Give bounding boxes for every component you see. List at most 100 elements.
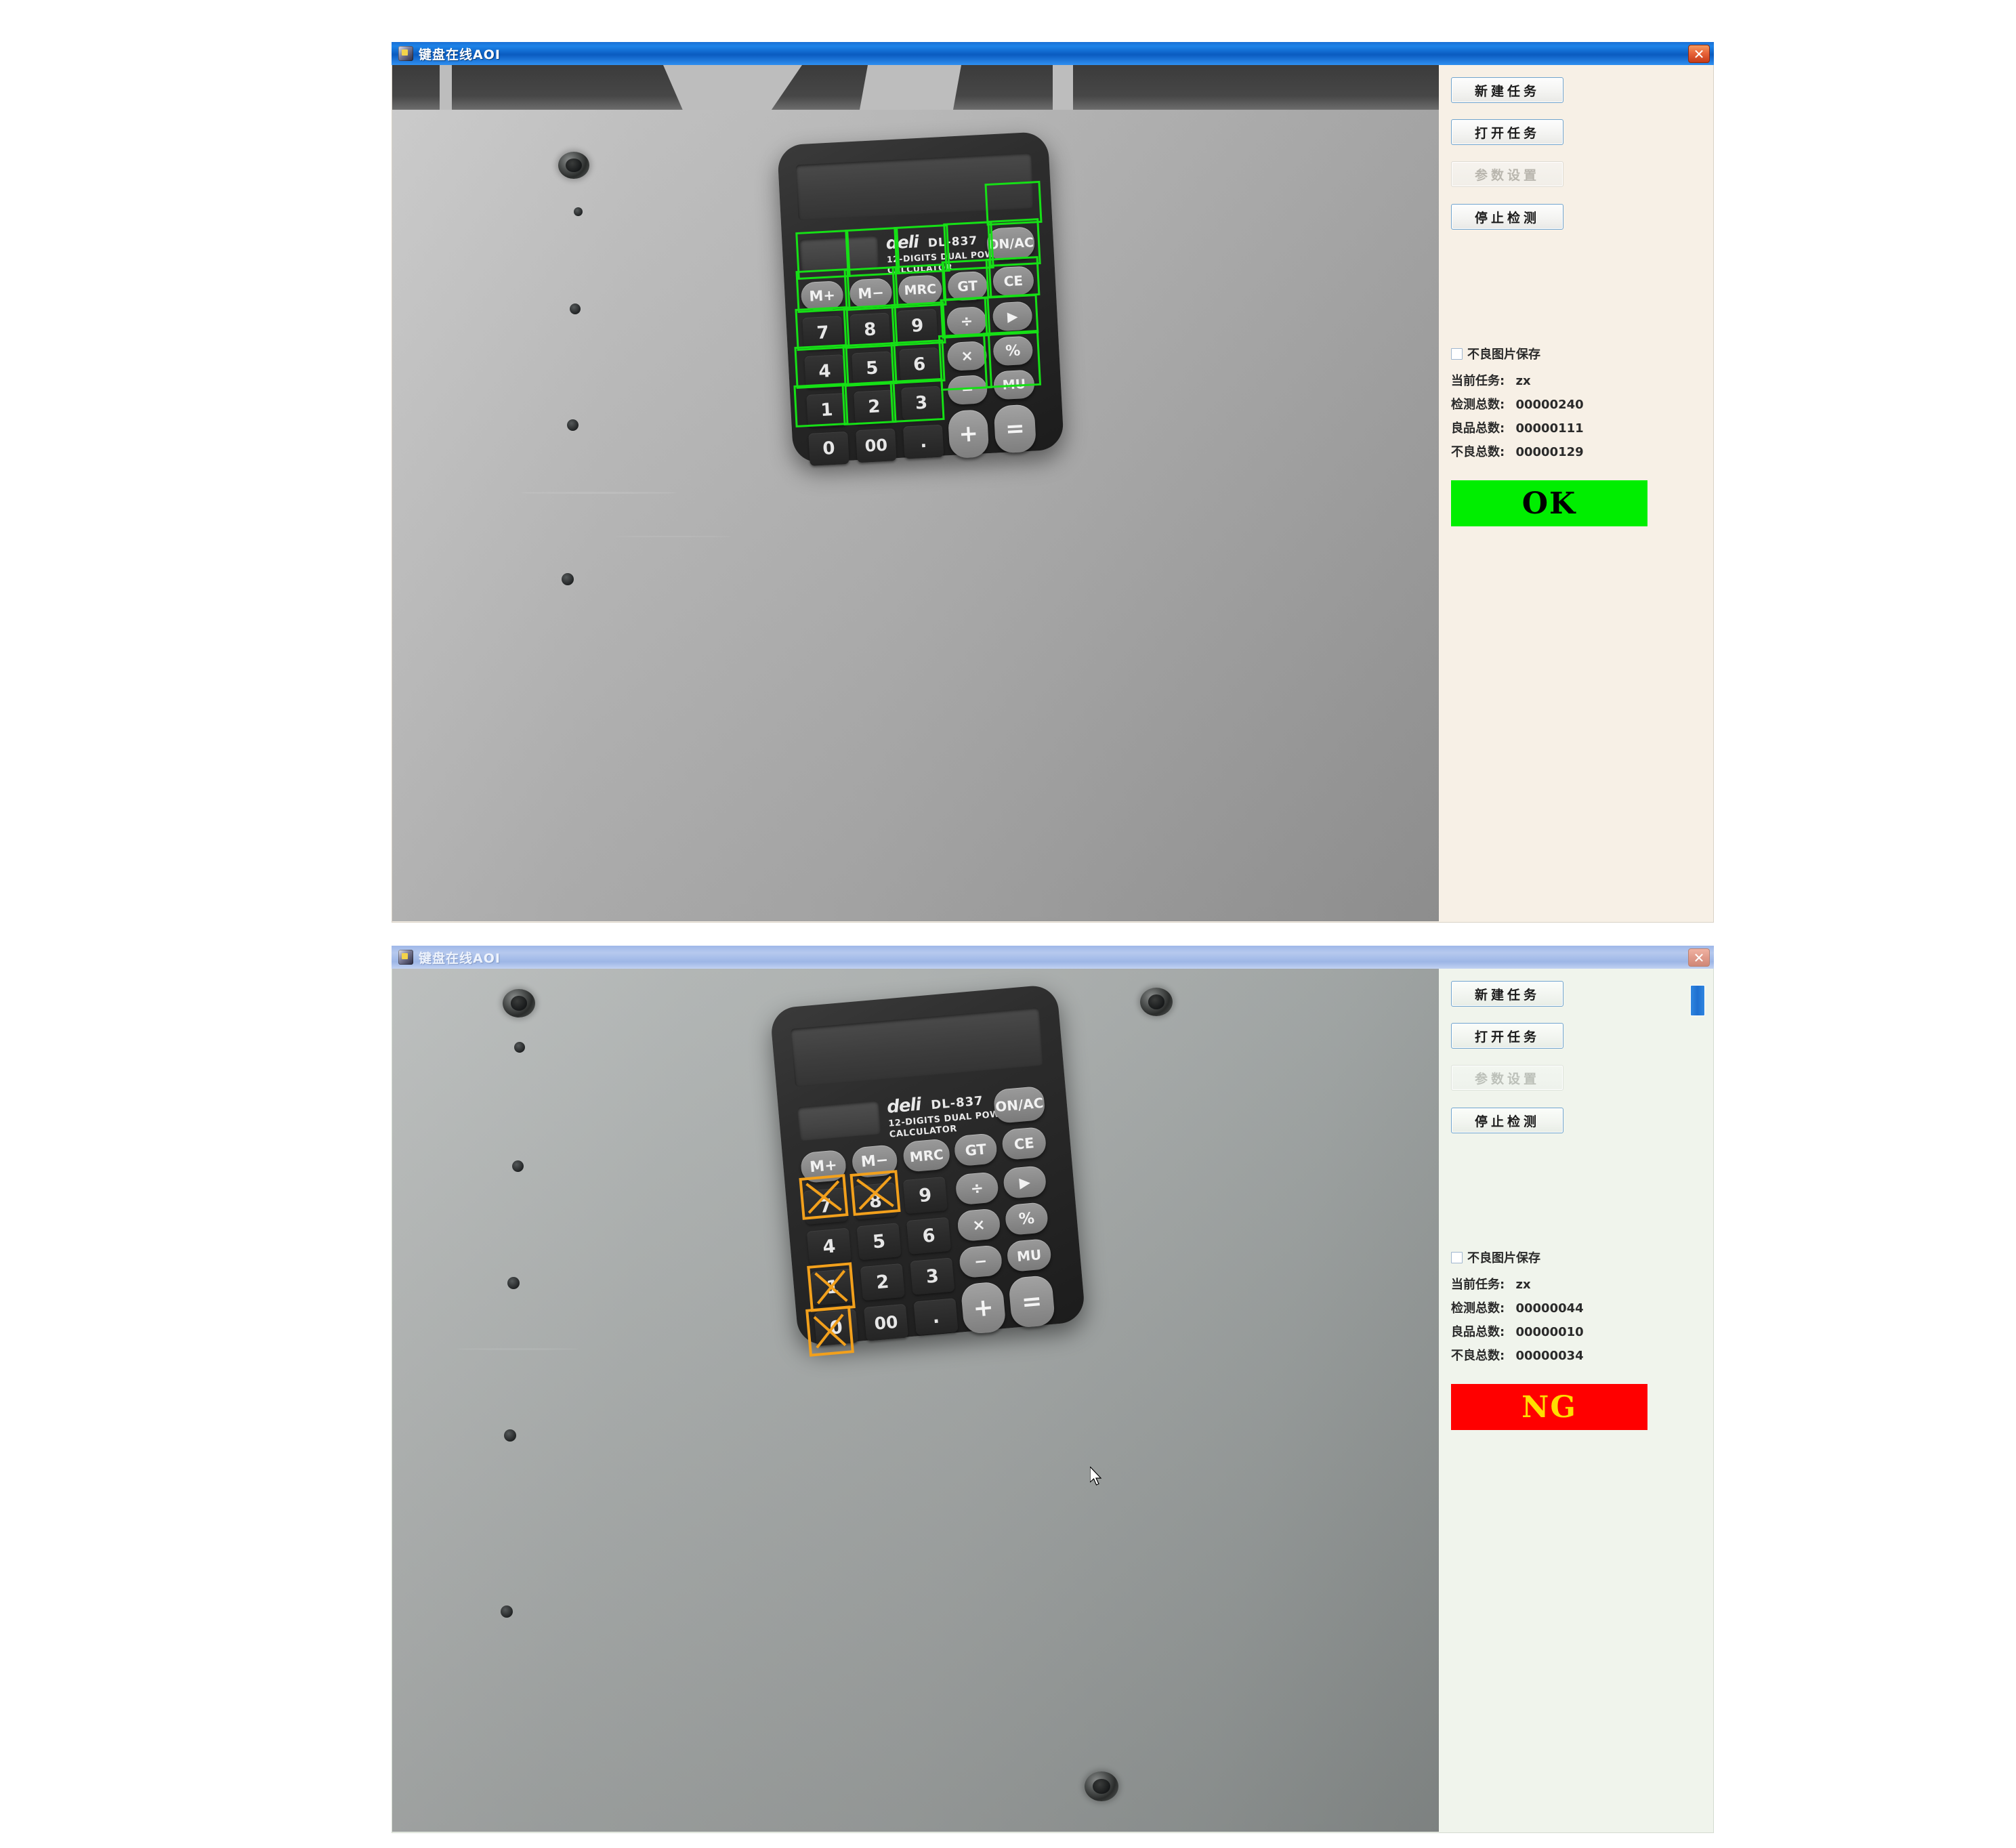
screenshot-root: 键盘在线AOI ✕ deli DL-837 12-DIGITS DUAL POW… bbox=[0, 0, 2016, 1848]
detection-box bbox=[889, 378, 945, 423]
total-inspected-row: 检测总数: 00000240 bbox=[1451, 395, 1584, 413]
new-task-button[interactable]: 新建任务 bbox=[1451, 77, 1563, 103]
save-defect-image-checkbox[interactable]: 不良图片保存 bbox=[1451, 1248, 1540, 1266]
fixture-hole bbox=[512, 1160, 524, 1172]
key-plus: + bbox=[947, 409, 990, 459]
solar-panel bbox=[797, 1100, 881, 1141]
detection-box bbox=[982, 329, 1042, 389]
window-body: deli DL-837 12-DIGITS DUAL POWER CALCULA… bbox=[392, 969, 1714, 1833]
defect-mark-8 bbox=[849, 1170, 901, 1216]
total-inspected-label: 检测总数: bbox=[1451, 398, 1505, 412]
detection-box bbox=[985, 255, 1041, 299]
vertical-scrollbar-thumb[interactable] bbox=[1690, 985, 1705, 1016]
open-task-button[interactable]: 打开任务 bbox=[1451, 1023, 1563, 1049]
stop-inspection-button[interactable]: 停止检测 bbox=[1451, 1108, 1563, 1133]
key-6: 6 bbox=[906, 1217, 952, 1255]
key-decimal: . bbox=[902, 424, 944, 459]
checkbox-label: 不良图片保存 bbox=[1467, 348, 1540, 362]
key-equals: = bbox=[993, 404, 1037, 454]
current-task-row: 当前任务: zx bbox=[1451, 371, 1531, 389]
fixture-hole bbox=[574, 207, 583, 216]
current-task-value: zx bbox=[1515, 1278, 1531, 1292]
close-icon: ✕ bbox=[1693, 949, 1705, 966]
fixture-hole bbox=[567, 419, 579, 431]
title-bar[interactable]: 键盘在线AOI ✕ bbox=[392, 946, 1714, 969]
checkbox-box[interactable] bbox=[1451, 348, 1463, 360]
control-panel: 新建任务 打开任务 参数设置 停止检测 不良图片保存 当前任务: zx 检测总数… bbox=[1439, 969, 1713, 1832]
key-mrc: MRC bbox=[902, 1138, 951, 1173]
open-task-button[interactable]: 打开任务 bbox=[1451, 119, 1563, 145]
aoi-window-fail: 键盘在线AOI ✕ deli DL-837 12-DIGITS DUAL POW… bbox=[392, 946, 1714, 1833]
title-bar[interactable]: 键盘在线AOI ✕ bbox=[392, 42, 1714, 65]
total-defect-row: 不良总数: 00000034 bbox=[1451, 1346, 1584, 1364]
total-good-value: 00000111 bbox=[1515, 421, 1584, 436]
defect-mark-1 bbox=[805, 1305, 854, 1357]
parameter-settings-button[interactable]: 参数设置 bbox=[1451, 1065, 1563, 1091]
key-mu: MU bbox=[1006, 1238, 1052, 1273]
detection-box bbox=[794, 344, 849, 389]
camera-scene: deli DL-837 12-DIGITS DUAL POWER CALCULA… bbox=[392, 65, 1439, 921]
save-defect-image-checkbox[interactable]: 不良图片保存 bbox=[1451, 345, 1540, 362]
key-0: 0 bbox=[808, 431, 849, 466]
key-3: 3 bbox=[910, 1257, 955, 1295]
total-good-label: 良品总数: bbox=[1451, 421, 1505, 436]
key-equals: = bbox=[1008, 1274, 1056, 1329]
key-2: 2 bbox=[860, 1263, 905, 1301]
fixture-hole bbox=[570, 303, 581, 314]
total-good-value: 00000010 bbox=[1515, 1325, 1584, 1339]
key-9: 9 bbox=[902, 1176, 948, 1215]
key-multiply: × bbox=[957, 1208, 1001, 1242]
app-icon bbox=[398, 46, 413, 61]
fixture-hole bbox=[562, 573, 574, 585]
plate-scratch bbox=[521, 492, 677, 494]
current-task-label: 当前任务: bbox=[1451, 374, 1505, 388]
current-task-row: 当前任务: zx bbox=[1451, 1275, 1531, 1293]
defect-mark-0 bbox=[807, 1262, 856, 1312]
inspection-image-view[interactable]: deli DL-837 12-DIGITS DUAL POWER CALCULA… bbox=[392, 969, 1439, 1832]
fixture-top-band bbox=[392, 65, 1439, 110]
detection-box bbox=[890, 339, 946, 384]
window-title: 键盘在线AOI bbox=[419, 47, 501, 62]
inspection-image-view[interactable]: deli DL-837 12-DIGITS DUAL POWER CALCULA… bbox=[392, 65, 1439, 921]
close-button[interactable]: ✕ bbox=[1688, 948, 1710, 967]
key-gt: GT bbox=[953, 1133, 999, 1167]
key-5: 5 bbox=[856, 1223, 902, 1261]
fixture-screw bbox=[503, 989, 535, 1017]
defect-mark-7 bbox=[799, 1174, 849, 1220]
model-label: DL-837 bbox=[930, 1093, 984, 1113]
key-00: 00 bbox=[856, 428, 897, 463]
fixture-hole bbox=[504, 1429, 516, 1442]
total-defect-label: 不良总数: bbox=[1451, 445, 1505, 459]
close-icon: ✕ bbox=[1693, 45, 1705, 62]
fixture-hole bbox=[507, 1277, 520, 1289]
fixture-screw bbox=[1140, 988, 1173, 1016]
checkbox-box[interactable] bbox=[1451, 1251, 1463, 1263]
total-inspected-label: 检测总数: bbox=[1451, 1301, 1505, 1316]
total-defect-value: 00000129 bbox=[1515, 445, 1584, 459]
window-body: deli DL-837 12-DIGITS DUAL POWER CALCULA… bbox=[392, 65, 1714, 923]
detection-box bbox=[984, 180, 1043, 226]
key-decimal: . bbox=[913, 1298, 959, 1336]
close-button[interactable]: ✕ bbox=[1688, 45, 1710, 63]
key-00: 00 bbox=[863, 1303, 909, 1341]
verdict-badge: OK bbox=[1451, 480, 1647, 526]
verdict-badge: NG bbox=[1451, 1384, 1647, 1430]
total-good-row: 良品总数: 00000111 bbox=[1451, 419, 1584, 436]
total-defect-row: 不良总数: 00000129 bbox=[1451, 442, 1584, 460]
brand-label: deli bbox=[886, 1094, 922, 1118]
new-task-button[interactable]: 新建任务 bbox=[1451, 981, 1563, 1007]
key-minus: − bbox=[958, 1244, 1003, 1279]
detection-box bbox=[793, 383, 849, 427]
fixture-screw bbox=[558, 152, 589, 179]
parameter-settings-button[interactable]: 参数设置 bbox=[1451, 161, 1563, 187]
key-plus: + bbox=[960, 1281, 1007, 1335]
checkbox-label: 不良图片保存 bbox=[1467, 1251, 1540, 1265]
key-play: ▶ bbox=[1002, 1164, 1047, 1200]
window-title: 键盘在线AOI bbox=[419, 950, 501, 966]
stop-inspection-button[interactable]: 停止检测 bbox=[1451, 204, 1563, 230]
total-defect-label: 不良总数: bbox=[1451, 1349, 1505, 1363]
plate-scratch bbox=[457, 1348, 579, 1350]
total-inspected-value: 00000044 bbox=[1515, 1301, 1584, 1316]
key-on-ac: ON/AC bbox=[992, 1085, 1046, 1125]
fixture-hole bbox=[514, 1042, 525, 1053]
